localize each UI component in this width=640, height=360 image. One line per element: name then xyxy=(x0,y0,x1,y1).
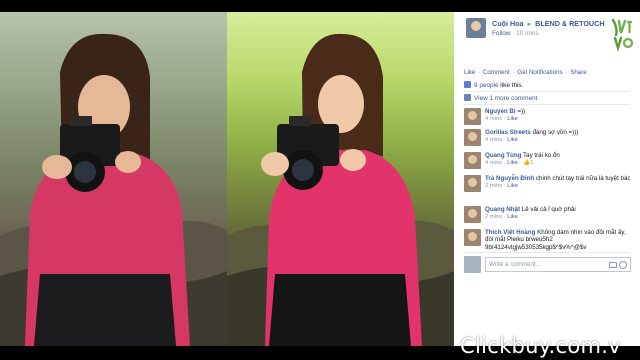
comment-body: Quang Nhật Lê vải cả ỉ quờ phải 2 mins ·… xyxy=(485,206,635,222)
comment-time[interactable]: 4 mins xyxy=(485,137,502,143)
separator-dot: · xyxy=(512,69,515,76)
commenter-avatar[interactable] xyxy=(464,108,481,125)
emoji-icon[interactable] xyxy=(619,261,627,269)
comment-like-count: 1 xyxy=(530,160,534,167)
top-letterbox xyxy=(0,0,640,12)
group-name-link[interactable]: BLEND & RETOUCH xyxy=(535,19,604,28)
comment-like-link[interactable]: Like xyxy=(507,116,518,122)
comment-body: Gorillas Streets đáng sợ vồn =))) 4 mins… xyxy=(485,129,635,145)
commenter-name[interactable]: Quang Nhật xyxy=(485,206,520,213)
comment-bubble-icon xyxy=(464,94,471,101)
site-watermark: Clickbuy.com.v xyxy=(460,334,621,358)
comment-text: Lê vải cả ỉ quờ phải xyxy=(521,206,576,213)
time-separator: · xyxy=(512,30,515,37)
person-with-camera xyxy=(25,33,190,346)
comment-like-link[interactable]: Like xyxy=(507,160,518,166)
comment-time[interactable]: 3 mins xyxy=(485,183,502,189)
comment-input-placeholder: Write a comment... xyxy=(489,261,541,268)
after-photo xyxy=(227,12,454,346)
comment-time[interactable]: 4 mins xyxy=(485,116,502,122)
comment-body: Trà Nguyễn Đinh chinh chút tay trái nữa … xyxy=(485,175,635,191)
comment-body: Nguyen Bi =)) 4 mins · Like xyxy=(485,108,635,124)
comment-like-link[interactable]: Like xyxy=(507,137,518,143)
comment-body: Thích Việt Hoàng Không dám nhìn vào đôi … xyxy=(485,229,635,251)
post-actions: Like · Comment · Get Notifications · Sha… xyxy=(464,69,587,76)
view-more-label: View 1 more comment xyxy=(474,95,538,102)
follow-link[interactable]: Follow xyxy=(492,30,510,37)
commenter-avatar[interactable] xyxy=(464,152,481,169)
comment-meta: 2 mins · Like xyxy=(485,214,518,221)
author-name-link[interactable]: Cuội Hoa xyxy=(492,19,524,28)
comment-text: Tay trái ko ổn xyxy=(523,152,560,159)
commenter-avatar[interactable] xyxy=(464,229,481,246)
author-avatar[interactable] xyxy=(466,18,486,38)
comment-text: chinh chút tay trái nữa là tuyệt bác xyxy=(535,175,631,182)
post-header: Cuội Hoa ▸ BLEND & RETOUCH Follow · 10 m… xyxy=(454,12,640,60)
comment-body: Quang Tùng Tay trái ko ổn 4 mins · Like … xyxy=(485,152,635,168)
view-more-comments[interactable]: View 1 more comment xyxy=(464,94,537,102)
camera-icon[interactable] xyxy=(609,262,617,268)
separator-dot: · xyxy=(478,69,481,76)
commenter-avatar[interactable] xyxy=(464,175,481,192)
write-comment-box: Write a comment... xyxy=(464,255,632,275)
comment-meta: 4 mins · Like · 👍1 xyxy=(485,160,534,167)
commenter-name[interactable]: Thích Việt Hoàng xyxy=(485,229,535,236)
post-subtitle-line: Follow · 10 mins xyxy=(492,30,539,37)
comment-text: =)) xyxy=(517,108,526,115)
likes-count-link[interactable]: 8 people xyxy=(474,82,499,89)
divider xyxy=(464,91,630,92)
commenter-avatar[interactable] xyxy=(464,206,481,223)
comment-like-link[interactable]: Like xyxy=(507,183,518,189)
post-title-line: Cuội Hoa ▸ BLEND & RETOUCH xyxy=(492,19,605,28)
commenter-name[interactable]: Trà Nguyễn Đinh xyxy=(485,175,534,182)
likes-suffix: like this. xyxy=(498,82,524,89)
commenter-name[interactable]: Gorillas Streets xyxy=(485,129,531,136)
comment-meta: 4 mins · Like xyxy=(485,137,518,144)
thumbs-up-icon xyxy=(464,81,471,88)
arrow-icon: ▸ xyxy=(527,19,532,28)
comment-time[interactable]: 4 mins xyxy=(485,160,502,166)
vat-vo-logo-icon xyxy=(608,17,638,53)
like-action[interactable]: Like xyxy=(464,69,475,76)
commenter-name[interactable]: Quang Tùng xyxy=(485,152,521,159)
get-notifications-action[interactable]: Get Notifications xyxy=(517,69,562,76)
divider xyxy=(464,104,630,105)
divider xyxy=(464,252,630,253)
share-action[interactable]: Share xyxy=(570,69,587,76)
comment-action[interactable]: Comment xyxy=(483,69,510,76)
comment-input[interactable]: Write a comment... xyxy=(485,257,631,272)
person-with-camera xyxy=(261,33,422,346)
comment-meta: 4 mins · Like xyxy=(485,116,518,123)
before-photo xyxy=(0,12,227,346)
comment-time[interactable]: 2 mins xyxy=(485,214,502,220)
facebook-post-panel: Cuội Hoa ▸ BLEND & RETOUCH Follow · 10 m… xyxy=(454,12,640,346)
likes-summary: 8 people like this. xyxy=(464,81,630,91)
comment-like-link[interactable]: Like xyxy=(507,214,518,220)
comment-text: đáng sợ vồn =))) xyxy=(532,129,579,136)
commenter-name[interactable]: Nguyen Bi xyxy=(485,108,516,115)
comment-meta: 3 mins · Like xyxy=(485,183,518,190)
current-user-avatar xyxy=(464,256,481,273)
separator-dot: · xyxy=(565,69,568,76)
commenter-avatar[interactable] xyxy=(464,129,481,146)
post-timestamp[interactable]: 10 mins xyxy=(516,30,538,37)
